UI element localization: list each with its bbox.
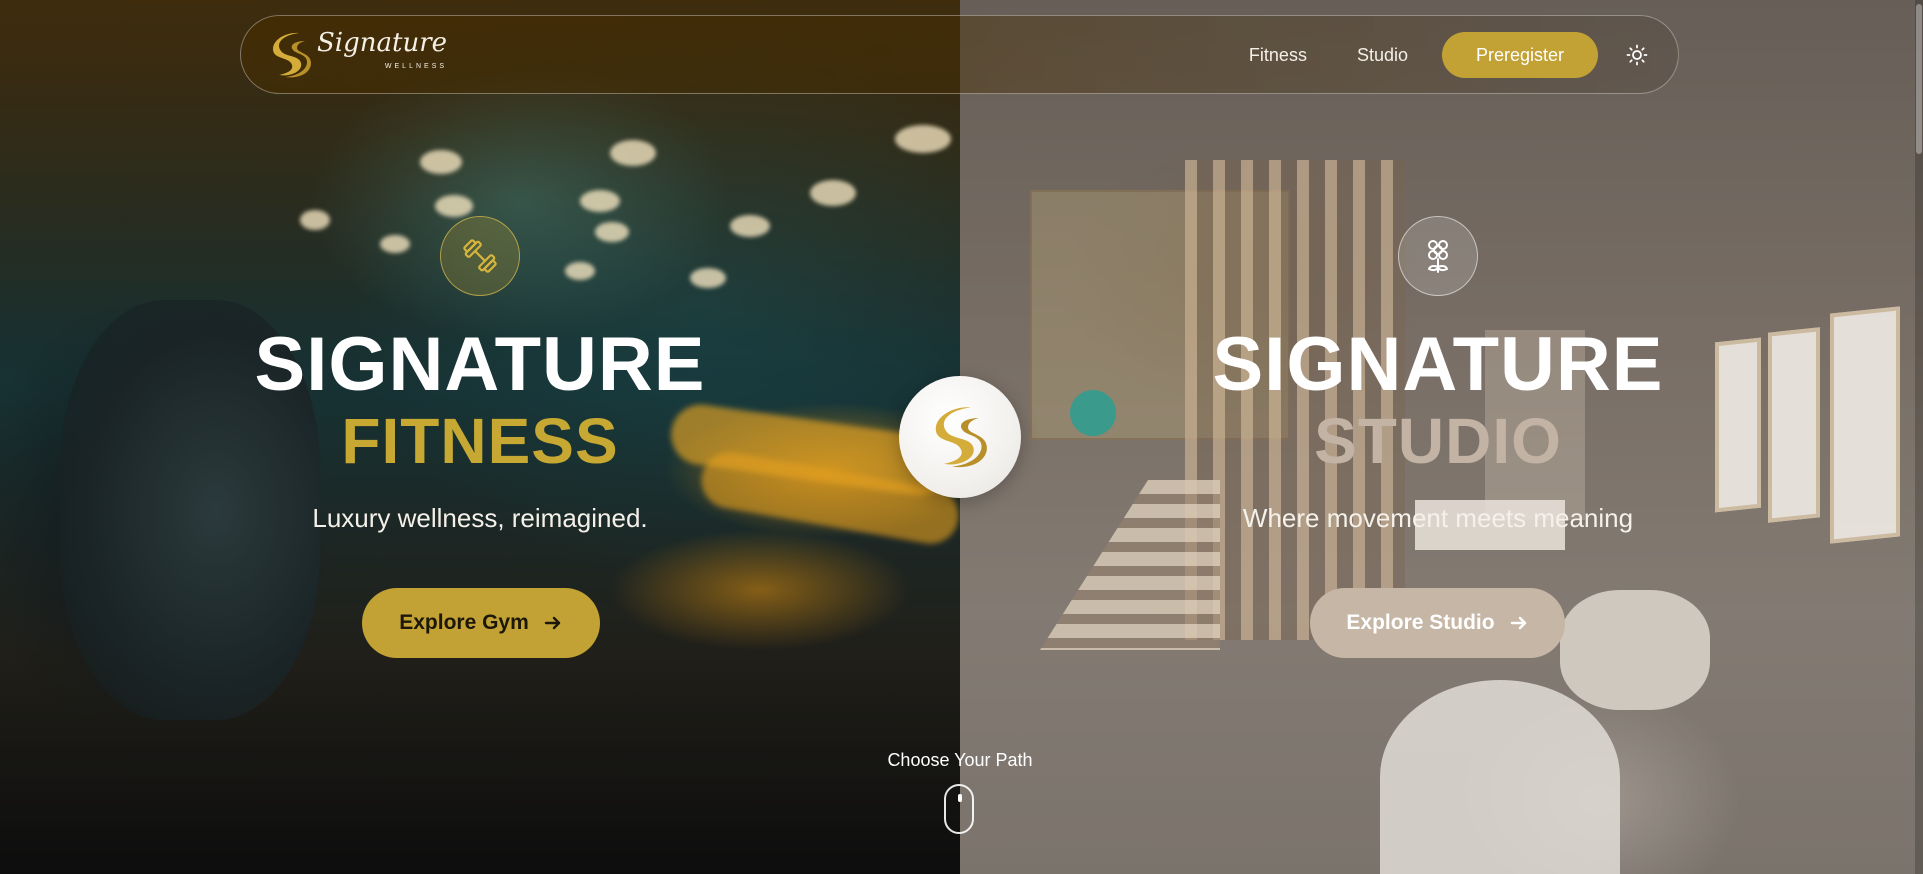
bokeh-light [690, 268, 726, 288]
studio-icon-badge [1398, 216, 1478, 296]
studio-subtitle: STUDIO [1314, 405, 1562, 477]
arrow-right-icon [543, 613, 563, 633]
center-logo-badge [899, 376, 1021, 498]
fitness-icon-badge [440, 216, 520, 296]
sun-icon [1626, 44, 1648, 66]
nav-link-studio[interactable]: Studio [1357, 45, 1408, 66]
mouse-scroll-dot [958, 794, 962, 802]
dumbbell-icon [463, 239, 497, 273]
explore-gym-label: Explore Gym [399, 611, 529, 634]
bokeh-light [730, 215, 770, 237]
mouse-scroll-icon[interactable] [944, 784, 974, 834]
bokeh-light [380, 235, 410, 253]
logo-wordmark: Signature WELLNESS [317, 30, 447, 80]
bokeh-light [565, 262, 595, 280]
explore-studio-label: Explore Studio [1346, 611, 1495, 634]
nav-links: Fitness Studio Preregister [1249, 32, 1650, 78]
bokeh-light [810, 180, 856, 206]
theme-toggle-button[interactable] [1624, 42, 1650, 68]
explore-gym-button[interactable]: Explore Gym [362, 588, 600, 658]
page-scrollbar[interactable] [1915, 0, 1923, 874]
choose-path-label: Choose Your Path [887, 750, 1033, 770]
bokeh-light [420, 150, 462, 174]
signature-s-logo-icon [935, 407, 987, 468]
fitness-title: SIGNATURE [254, 322, 706, 407]
studio-tagline: Where movement meets meaning [1242, 503, 1634, 533]
flower-icon [1428, 240, 1448, 273]
bokeh-light [300, 210, 330, 230]
chair-decoration [1380, 680, 1620, 874]
bokeh-light [435, 195, 473, 217]
arrow-right-icon [1509, 613, 1529, 633]
fitness-tagline: Luxury wellness, reimagined. [312, 503, 648, 533]
signature-s-logo-icon [273, 32, 311, 78]
preregister-button[interactable]: Preregister [1442, 32, 1598, 78]
explore-studio-button[interactable]: Explore Studio [1310, 588, 1565, 658]
brand-logo[interactable]: Signature WELLNESS [269, 29, 447, 81]
nav-link-fitness[interactable]: Fitness [1249, 45, 1307, 66]
bokeh-light [580, 190, 620, 212]
bokeh-light [595, 222, 629, 242]
side-table-decoration [1560, 590, 1710, 710]
studio-title: SIGNATURE [1212, 322, 1664, 407]
fitness-subtitle: FITNESS [341, 405, 619, 477]
bokeh-light [895, 125, 951, 153]
scrollbar-thumb[interactable] [1916, 4, 1922, 154]
art-frame-decoration [1830, 306, 1900, 544]
bokeh-light [610, 140, 656, 166]
top-nav: Signature WELLNESS Fitness Studio Prereg… [240, 15, 1679, 94]
